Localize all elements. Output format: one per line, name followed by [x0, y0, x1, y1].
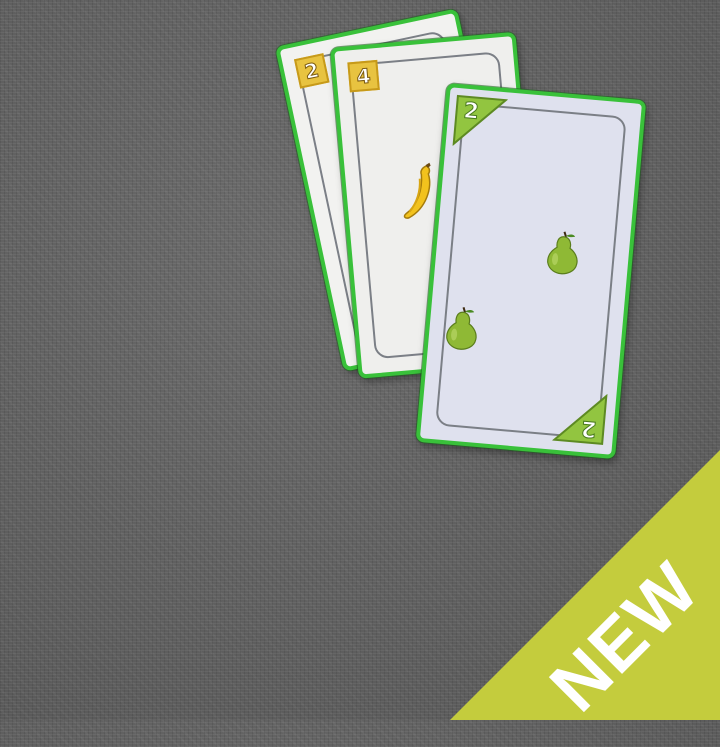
card-value-marker-bottom: 2 — [552, 390, 608, 446]
pear-icon — [446, 307, 477, 350]
card-two-pears[interactable]: 2 2 — [415, 83, 647, 460]
card-frame — [435, 102, 627, 440]
card-value-marker-top: 2 — [452, 94, 508, 150]
card-value: 2 — [580, 415, 598, 442]
card-value: 4 — [355, 63, 372, 89]
card-value: 2 — [462, 98, 480, 125]
card-value-marker: 4 — [347, 59, 380, 93]
game-table: 2 4 2 2 — [0, 0, 720, 720]
card-value: 2 — [302, 57, 322, 85]
pear-icon — [547, 231, 578, 275]
card-value-marker: 2 — [293, 53, 330, 89]
